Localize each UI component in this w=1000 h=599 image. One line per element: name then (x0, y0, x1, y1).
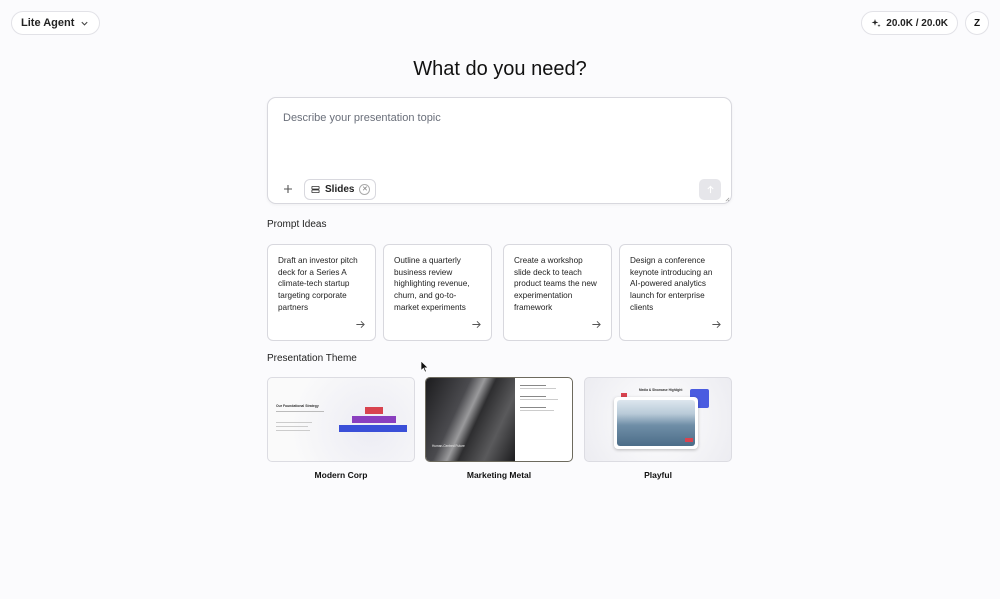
theme-playful[interactable]: Media & Showcase Highlight Playful (584, 377, 732, 480)
thumbnail-title: Media & Showcase Highlight (639, 388, 683, 392)
agent-selector-label: Lite Agent (21, 17, 75, 29)
prompt-idea-card[interactable]: Draft an investor pitch deck for a Serie… (267, 244, 376, 341)
arrow-right-icon (356, 320, 365, 329)
mouse-cursor-icon (420, 360, 429, 373)
close-icon[interactable]: ✕ (359, 184, 371, 195)
theme-name: Playful (644, 470, 672, 480)
prompt-idea-card[interactable]: Create a workshop slide deck to teach pr… (503, 244, 612, 341)
thumbnail-line (520, 410, 554, 411)
chevron-down-icon (81, 21, 88, 26)
thumbnail-line (520, 407, 546, 408)
thumbnail-line (276, 430, 310, 431)
theme-thumbnail: Human-Centred Future (425, 377, 573, 462)
sea-photo (617, 400, 695, 446)
slides-chip-label: Slides (325, 184, 355, 195)
arrow-right-icon (712, 320, 721, 329)
prompt-box: Slides ✕ (267, 97, 732, 204)
layers-icon (311, 185, 320, 194)
pyramid-tier-bottom (339, 425, 407, 432)
prompt-ideas-label: Prompt Ideas (267, 219, 327, 230)
theme-modern-corp[interactable]: Our Foundational Strategy Modern Corp (267, 377, 415, 480)
credits-value: 20.0K / 20.0K (886, 17, 948, 29)
thumbnail-line (276, 426, 308, 427)
presentation-theme-label: Presentation Theme (267, 353, 357, 364)
theme-thumbnail: Our Foundational Strategy (267, 377, 415, 462)
plus-icon (284, 185, 292, 193)
pyramid-tier-middle (352, 416, 396, 423)
thumbnail-line (276, 411, 324, 412)
arrow-right-icon (472, 320, 481, 329)
thumbnail-title: Our Foundational Strategy (276, 404, 319, 408)
theme-thumbnail: Media & Showcase Highlight (584, 377, 732, 462)
thumbnail-line (520, 385, 546, 386)
thumbnail-caption: Human-Centred Future (432, 444, 465, 448)
metal-image (426, 378, 515, 461)
agent-selector[interactable]: Lite Agent (11, 11, 101, 35)
thumbnail-line (276, 422, 312, 423)
thumbnail-line (520, 388, 556, 389)
add-attachment-button[interactable] (280, 181, 296, 197)
prompt-idea-text: Create a workshop slide deck to teach pr… (514, 256, 597, 312)
prompt-idea-card[interactable]: Design a conference keynote introducing … (619, 244, 732, 341)
theme-name: Marketing Metal (466, 470, 532, 480)
slides-chip[interactable]: Slides ✕ (304, 179, 377, 200)
send-button[interactable] (699, 179, 721, 200)
arrow-right-icon (592, 320, 601, 329)
prompt-input[interactable] (283, 112, 703, 172)
prompt-idea-text: Outline a quarterly business review high… (394, 256, 470, 312)
page-title: What do you need? (413, 58, 587, 80)
decor-tag (685, 438, 693, 442)
thumbnail-line (520, 399, 558, 400)
prompt-idea-card[interactable]: Outline a quarterly business review high… (383, 244, 492, 341)
sparkle-icon (871, 19, 881, 28)
arrow-up-icon (706, 185, 714, 194)
credits-badge[interactable]: 20.0K / 20.0K (861, 11, 958, 35)
theme-marketing-metal[interactable]: Human-Centred Future Marketing Metal (425, 377, 573, 480)
theme-name: Modern Corp (314, 470, 368, 480)
avatar[interactable]: Z (965, 11, 989, 35)
prompt-idea-text: Design a conference keynote introducing … (630, 256, 713, 312)
resize-handle-icon[interactable] (725, 197, 730, 202)
thumbnail-line (520, 396, 546, 397)
pyramid-tier-top (365, 407, 383, 414)
prompt-idea-text: Draft an investor pitch deck for a Serie… (278, 256, 358, 312)
